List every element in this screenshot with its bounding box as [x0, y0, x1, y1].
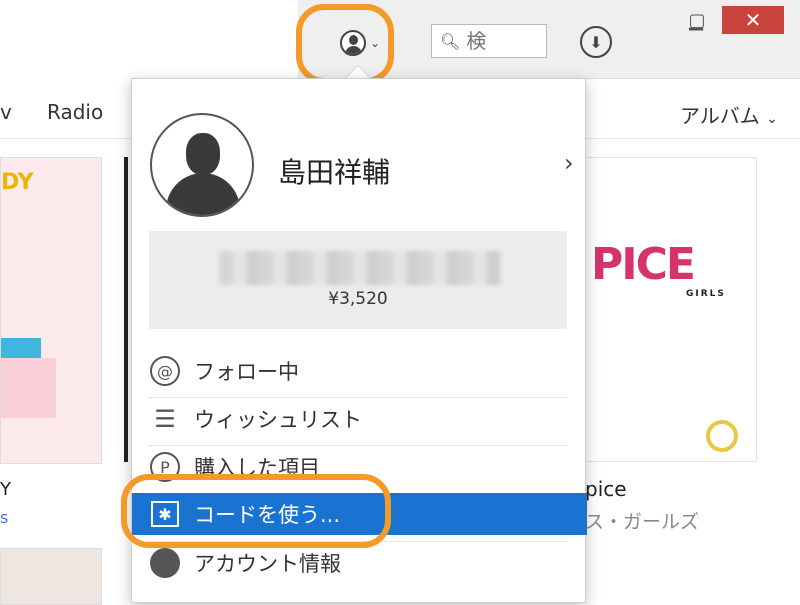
gift-icon: ✱: [148, 497, 182, 531]
menu-item-account-info[interactable]: アカウント情報: [148, 541, 568, 584]
search-input[interactable]: [464, 28, 539, 54]
view-selector-label: アルバム: [680, 104, 760, 128]
album-card-left[interactable]: DY: [0, 157, 102, 464]
tab-radio[interactable]: Radio: [47, 100, 103, 124]
account-info-icon: [148, 546, 182, 580]
chevron-right-icon[interactable]: ›: [564, 149, 574, 177]
close-button[interactable]: ✕: [722, 6, 784, 34]
album-card-edge: [124, 157, 128, 462]
album-art-shape: [1, 358, 56, 418]
badge-icon: [706, 420, 738, 452]
account-menu-button[interactable]: ⌄: [332, 22, 388, 64]
artist-link-left[interactable]: s: [0, 508, 8, 527]
artist-name-right[interactable]: ス・ガールズ: [585, 507, 699, 534]
purchased-icon: P: [148, 450, 182, 484]
album-card-left-2[interactable]: [0, 548, 102, 605]
chevron-down-icon: ⌄: [369, 36, 381, 50]
album-title-left[interactable]: Y: [0, 479, 11, 500]
search-icon: 🔍︎: [440, 31, 461, 51]
at-icon: @: [148, 354, 182, 388]
album-art-shape: [1, 338, 41, 358]
menu-item-label: コードを使う...: [194, 503, 341, 527]
avatar: [150, 113, 254, 217]
account-icon: [339, 30, 366, 56]
menu-item-label: アカウント情報: [194, 552, 341, 576]
search-field[interactable]: 🔍︎: [431, 24, 547, 58]
view-selector[interactable]: アルバム ⌄: [680, 100, 778, 129]
maximize-icon: ▢: [688, 9, 706, 31]
toolbar-left: [0, 0, 298, 78]
menu-item-purchased[interactable]: P 購入した項目: [148, 445, 568, 488]
list-icon: ☰: [154, 405, 176, 433]
menu-item-wishlist[interactable]: ☰ ウィッシュリスト: [148, 397, 568, 440]
balance-amount: ¥3,520: [328, 289, 388, 309]
menu-item-label: ウィッシュリスト: [194, 408, 362, 432]
album-art-subtitle: GIRLS: [686, 289, 726, 299]
album-art: PICE GIRLS: [586, 233, 756, 299]
obscured-email: [219, 251, 501, 285]
user-name[interactable]: 島田祥輔: [278, 151, 390, 191]
menu-item-following[interactable]: @ フォロー中: [148, 350, 568, 392]
menu-item-label: フォロー中: [194, 360, 299, 384]
menu-item-redeem[interactable]: ✱ コードを使う...: [132, 493, 587, 535]
album-title-right[interactable]: pice: [585, 477, 627, 501]
download-button[interactable]: ⬇: [580, 26, 612, 58]
chevron-down-icon: ⌄: [766, 111, 778, 127]
restore-button[interactable]: ▢: [684, 6, 710, 34]
account-popover: 島田祥輔 › ¥3,520 @ フォロー中 ☰ ウィッシュリスト P 購入した項…: [131, 78, 587, 603]
album-art-text: DY: [1, 170, 34, 195]
close-icon: ✕: [744, 8, 762, 32]
album-card-right[interactable]: PICE GIRLS: [585, 157, 757, 462]
tab-partial[interactable]: v: [0, 100, 12, 124]
download-icon: ⬇: [589, 32, 603, 52]
album-art-title: PICE: [591, 239, 696, 290]
account-balance-panel: ¥3,520: [149, 231, 567, 329]
menu-item-label: 購入した項目: [194, 456, 320, 480]
